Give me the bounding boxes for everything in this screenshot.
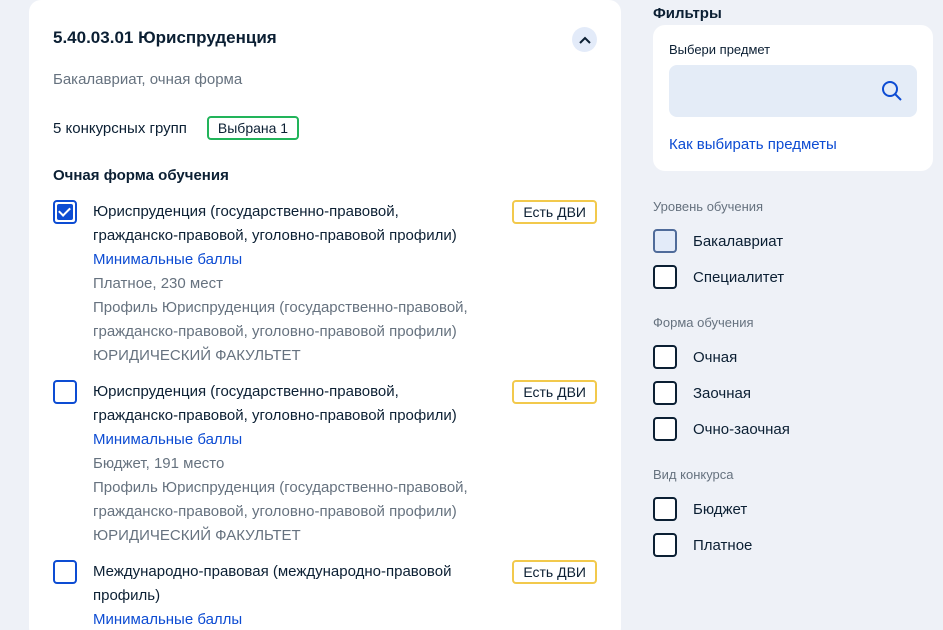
groups-row: 5 конкурсных групп Выбрана 1 — [53, 116, 300, 140]
option-label: Заочная — [693, 384, 751, 402]
subject-filter-card: Выбери предмет Как выбирать предметы — [653, 25, 933, 171]
check-icon — [58, 204, 71, 217]
collapse-button[interactable] — [572, 27, 597, 52]
checkbox[interactable] — [653, 265, 677, 289]
program-profile: Профиль Юриспруденция (государственно-пр… — [93, 479, 468, 496]
program-profile: гражданско-правовой, уголовно-правовой п… — [93, 503, 457, 520]
program-card: 5.40.03.01 Юриспруденция Бакалавриат, оч… — [29, 0, 621, 630]
option-label: Очная — [693, 348, 738, 366]
min-scores-link[interactable]: Минимальные баллы — [93, 248, 503, 272]
section-title: Очная форма обучения — [53, 167, 229, 184]
min-scores-link[interactable]: Минимальные баллы — [93, 608, 503, 630]
option-label: Бюджет — [693, 500, 748, 518]
form-filter-title: Форма обучения — [653, 315, 754, 330]
option-label: Специалитет — [693, 268, 785, 286]
filter-option-extramural[interactable]: Заочная — [653, 381, 751, 405]
groups-count: 5 конкурсных групп — [53, 119, 187, 137]
checkbox[interactable] — [653, 417, 677, 441]
filter-option-paid[interactable]: Платное — [653, 533, 752, 557]
option-label: Бакалавриат — [693, 232, 784, 250]
program-faculty: ЮРИДИЧЕСКИЙ ФАКУЛЬТЕТ — [93, 347, 301, 364]
program-name: профиль) — [93, 587, 161, 604]
subject-label: Выбери предмет — [669, 42, 771, 57]
option-label: Платное — [693, 536, 753, 554]
program-checkbox[interactable] — [53, 560, 77, 584]
chevron-up-icon — [578, 36, 591, 44]
checkbox[interactable] — [653, 533, 677, 557]
program-title: 5.40.03.01 Юриспруденция — [53, 28, 277, 47]
checkbox[interactable] — [653, 381, 677, 405]
how-to-choose-link[interactable]: Как выбирать предметы — [669, 136, 837, 153]
option-label: Очно-заочная — [693, 420, 790, 438]
checkbox[interactable] — [653, 497, 677, 521]
chosen-badge: Выбрана 1 — [206, 116, 300, 140]
contest-filter-title: Вид конкурса — [653, 467, 734, 482]
search-icon[interactable] — [881, 80, 903, 102]
filter-option-fulltime[interactable]: Очная — [653, 345, 737, 369]
filter-option-parttime[interactable]: Очно-заочная — [653, 417, 790, 441]
min-scores-link[interactable]: Минимальные баллы — [93, 428, 503, 452]
program-profile: гражданско-правовой, уголовно-правовой п… — [93, 323, 457, 340]
program-name: Международно-правовая (международно-прав… — [93, 563, 452, 580]
dvi-badge: Есть ДВИ — [512, 380, 597, 404]
program-name: гражданско-правовой, уголовно-правовой п… — [93, 227, 457, 244]
program-name: Юриспруденция (государственно-правовой, — [93, 203, 399, 220]
checkbox[interactable] — [653, 229, 677, 253]
program-name: Юриспруденция (государственно-правовой, — [93, 383, 399, 400]
filter-option-specialist[interactable]: Специалитет — [653, 265, 784, 289]
program-name: гражданско-правовой, уголовно-правовой п… — [93, 407, 457, 424]
program-places: Платное, 230 мест — [93, 275, 223, 292]
program-checkbox[interactable] — [53, 380, 77, 404]
subject-search-input[interactable] — [669, 65, 917, 117]
level-filter-title: Уровень обучения — [653, 199, 764, 214]
program-checkbox[interactable] — [53, 200, 77, 224]
program-places: Бюджет, 191 место — [93, 455, 225, 472]
filters-title: Фильтры — [653, 5, 722, 22]
filter-option-budget[interactable]: Бюджет — [653, 497, 747, 521]
dvi-badge: Есть ДВИ — [512, 200, 597, 224]
filter-option-bachelor[interactable]: Бакалавриат — [653, 229, 783, 253]
program-subtitle: Бакалавриат, очная форма — [53, 71, 243, 88]
program-faculty: ЮРИДИЧЕСКИЙ ФАКУЛЬТЕТ — [93, 527, 301, 544]
program-profile: Профиль Юриспруденция (государственно-пр… — [93, 299, 468, 316]
dvi-badge: Есть ДВИ — [512, 560, 597, 584]
checkbox[interactable] — [653, 345, 677, 369]
